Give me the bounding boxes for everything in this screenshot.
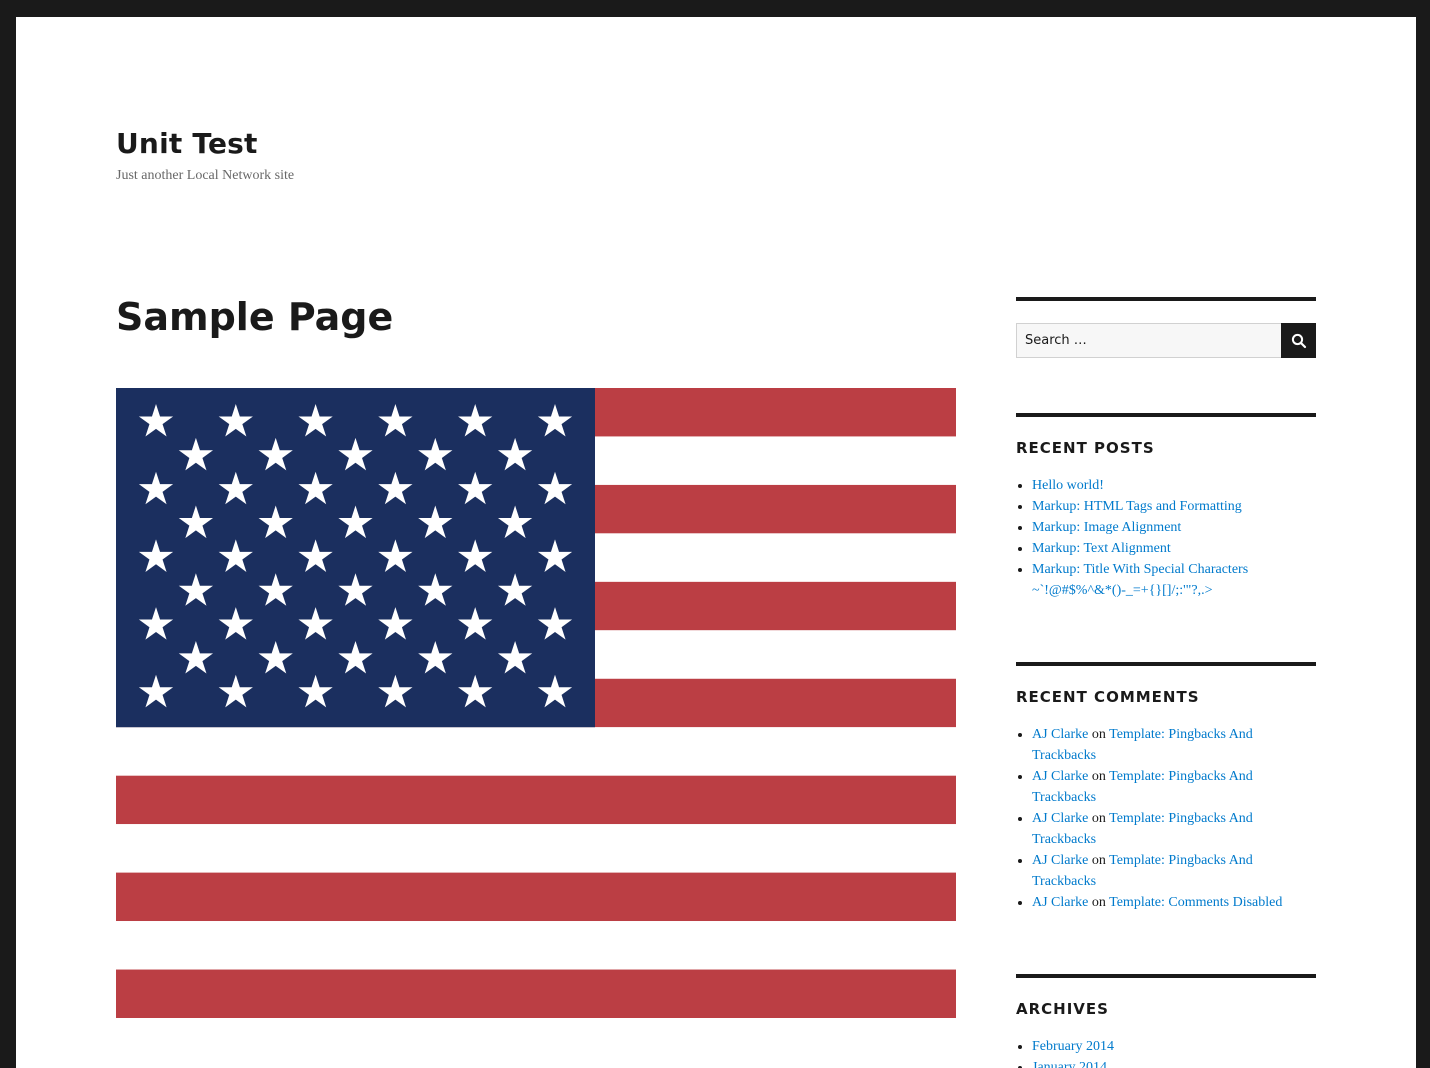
search-widget — [1016, 297, 1316, 358]
recent-post-item: Markup: HTML Tags and Formatting — [1032, 496, 1316, 517]
recent-comment-item: AJ Clarke on Template: Pingbacks And Tra… — [1032, 808, 1316, 850]
comment-on-text: on — [1088, 727, 1110, 742]
recent-post-link[interactable]: Markup: Title With Special Characters ~`… — [1032, 562, 1248, 598]
search-form — [1016, 323, 1316, 358]
recent-post-item: Markup: Image Alignment — [1032, 517, 1316, 538]
recent-post-link[interactable]: Markup: HTML Tags and Formatting — [1032, 499, 1242, 514]
comment-on-text: on — [1088, 895, 1110, 910]
site-title-link[interactable]: Unit Test — [116, 127, 258, 160]
archives-list: February 2014 January 2014 — [1016, 1036, 1316, 1068]
comment-author-link[interactable]: AJ Clarke — [1032, 811, 1088, 826]
recent-comment-item: AJ Clarke on Template: Pingbacks And Tra… — [1032, 850, 1316, 892]
recent-post-link[interactable]: Markup: Image Alignment — [1032, 520, 1181, 535]
archive-item: January 2014 — [1032, 1057, 1316, 1068]
comment-post-link[interactable]: Template: Comments Disabled — [1109, 895, 1282, 910]
flag-stripe — [116, 775, 956, 825]
recent-posts-list: Hello world! Markup: HTML Tags and Format… — [1016, 475, 1316, 601]
flag-image — [116, 388, 956, 1018]
flag-stripe — [116, 824, 956, 873]
site-page: Unit Test Just another Local Network sit… — [16, 17, 1416, 1068]
recent-posts-widget: RECENT POSTS Hello world! Markup: HTML Ta… — [1016, 413, 1316, 601]
comment-author-link[interactable]: AJ Clarke — [1032, 769, 1088, 784]
recent-post-link[interactable]: Hello world! — [1032, 478, 1104, 493]
recent-comment-item: AJ Clarke on Template: Comments Disabled — [1032, 892, 1316, 913]
flag-stripe — [116, 969, 956, 1018]
recent-comments-list: AJ Clarke on Template: Pingbacks And Tra… — [1016, 724, 1316, 913]
comment-author-link[interactable]: AJ Clarke — [1032, 727, 1088, 742]
search-icon — [1291, 333, 1306, 348]
archive-item: February 2014 — [1032, 1036, 1316, 1057]
flag-stripe — [116, 921, 956, 970]
comment-on-text: on — [1088, 769, 1110, 784]
recent-post-item: Markup: Title With Special Characters ~`… — [1032, 559, 1316, 601]
flag-stripe — [116, 727, 956, 776]
recent-comments-widget: RECENT COMMENTS AJ Clarke on Template: P… — [1016, 662, 1316, 913]
comment-on-text: on — [1088, 853, 1110, 868]
recent-comments-title: RECENT COMMENTS — [1016, 688, 1200, 706]
site-description: Just another Local Network site — [116, 168, 295, 183]
archives-widget: ARCHIVES February 2014 January 2014 — [1016, 974, 1316, 1068]
page-title: Sample Page — [116, 295, 394, 339]
recent-posts-title: RECENT POSTS — [1016, 439, 1155, 457]
archive-link[interactable]: January 2014 — [1032, 1060, 1107, 1068]
comment-on-text: on — [1088, 811, 1110, 826]
recent-comment-item: AJ Clarke on Template: Pingbacks And Tra… — [1032, 766, 1316, 808]
flag-stripe — [116, 872, 956, 922]
comment-author-link[interactable]: AJ Clarke — [1032, 853, 1088, 868]
recent-comment-item: AJ Clarke on Template: Pingbacks And Tra… — [1032, 724, 1316, 766]
recent-post-item: Markup: Text Alignment — [1032, 538, 1316, 559]
archives-title: ARCHIVES — [1016, 1000, 1109, 1018]
search-input[interactable] — [1016, 323, 1281, 358]
recent-post-link[interactable]: Markup: Text Alignment — [1032, 541, 1171, 556]
search-button[interactable] — [1281, 323, 1316, 358]
recent-post-item: Hello world! — [1032, 475, 1316, 496]
comment-author-link[interactable]: AJ Clarke — [1032, 895, 1088, 910]
archive-link[interactable]: February 2014 — [1032, 1039, 1114, 1054]
